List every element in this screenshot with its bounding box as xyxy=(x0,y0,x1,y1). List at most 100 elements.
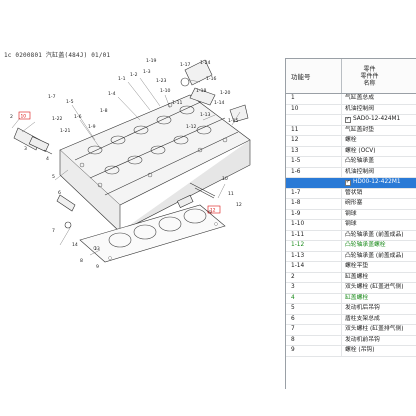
highlight-label-12[interactable]: 12 xyxy=(210,208,216,214)
table-body: 1 气缸盖总成 10 机油控制阀 ✓ SAD0-12-424M1 11 气缸盖封垫 12 螺栓 13… xyxy=(286,94,416,357)
callout-1-19[interactable]: 1-19 xyxy=(146,58,157,64)
callout-1-22[interactable]: 1-22 xyxy=(52,116,63,122)
callout-1-15[interactable]: 1-15 xyxy=(228,118,239,124)
cell-function-number: 1-8 xyxy=(286,199,342,209)
cell-function-number: 1-11 xyxy=(286,230,342,240)
diagram-drawing: 1-11-21-31-41-51-61-71-81-91-101-111-121… xyxy=(10,58,251,270)
table-row[interactable]: 1-10 钢球 xyxy=(286,220,416,231)
callout-10[interactable]: 10 xyxy=(222,176,228,182)
part-name-text: 盾柱支架总成 xyxy=(345,315,380,322)
parts-table[interactable]: 功能号 零件 零件件 名称 1 气缸盖总成 10 机油控制阀 ✓ SAD0-12-424M… xyxy=(285,58,416,389)
part-name-text: 螺栓 (OCV) xyxy=(345,147,376,154)
cell-function-number: 13 xyxy=(286,146,342,156)
callout-1-18[interactable]: 1-18 xyxy=(196,88,207,94)
callout-12[interactable]: 12 xyxy=(236,202,242,208)
part-name-text: 气缸盖总成 xyxy=(345,95,374,101)
table-row[interactable]: 1-7 管状销 xyxy=(286,188,416,199)
table-row[interactable]: 1 气缸盖总成 xyxy=(286,94,416,105)
table-row[interactable]: 1-14 螺栓平垫 xyxy=(286,262,416,273)
table-row[interactable]: ✓ SAD0-12-424M1 xyxy=(286,115,416,126)
table-row[interactable]: 1-11 凸轮轴承盖 (前盖成品) xyxy=(286,230,416,241)
callout-5[interactable]: 5 xyxy=(52,174,55,180)
callout-1-6[interactable]: 1-6 xyxy=(74,114,82,120)
cell-part-name: 缸盖螺栓 xyxy=(342,273,416,283)
table-row[interactable]: 1-12 凸轮轴承盖螺栓 xyxy=(286,241,416,252)
callout-11[interactable]: 11 xyxy=(228,191,234,197)
callout-2[interactable]: 2 xyxy=(10,114,13,120)
callout-1-16[interactable]: 1-16 xyxy=(206,76,217,82)
cell-function-number xyxy=(286,115,342,125)
part-name-text: 螺栓平垫 xyxy=(345,263,369,269)
callout-14[interactable]: 14 xyxy=(72,242,78,248)
table-row[interactable]: 4 缸盖螺栓 xyxy=(286,293,416,304)
callout-6[interactable]: 6 xyxy=(58,190,61,196)
column-header-part-name[interactable]: 零件 零件件 名称 xyxy=(342,59,416,93)
table-row[interactable]: 10 机油控制阀 xyxy=(286,104,416,115)
table-row[interactable]: 12 螺栓 xyxy=(286,136,416,147)
table-row[interactable]: 1-13 凸轮轴承盖 (前盖成品) xyxy=(286,251,416,262)
callout-1-10[interactable]: 1-10 xyxy=(160,88,171,94)
callout-1-5[interactable]: 1-5 xyxy=(66,99,74,105)
callout-1-17[interactable]: 1-17 xyxy=(180,62,191,68)
table-row[interactable]: 1-6 机油控制阀 xyxy=(286,167,416,178)
callout-1-1[interactable]: 1-1 xyxy=(118,76,126,82)
callout-7[interactable]: 7 xyxy=(52,228,55,234)
part-name-text: 机油控制阀 xyxy=(345,168,374,175)
header-line-2: 零件件 xyxy=(360,72,379,80)
column-header-function-number[interactable]: 功能号 xyxy=(286,59,342,93)
cell-part-name: 螺栓平垫 xyxy=(342,262,416,272)
table-row-selected[interactable]: ✓ HD00-12-422M1 xyxy=(286,178,416,189)
parts-diagram[interactable]: 1c 0200801 汽缸盖(484J) 01/01 1-1 1-2 1-3 1… xyxy=(0,0,284,416)
cell-part-name: 发动机后吊钩 xyxy=(342,304,416,314)
callout-1-11[interactable]: 1-11 xyxy=(172,100,183,106)
table-row[interactable]: 5 发动机后吊钩 xyxy=(286,304,416,315)
cell-part-name: 发动机前吊钩 xyxy=(342,336,416,346)
table-row[interactable]: 1-8 碗形塞 xyxy=(286,199,416,210)
cell-part-name: 螺栓 (OCV) xyxy=(342,147,416,157)
table-row[interactable]: 7 双头螺柱 (缸盖排气侧) xyxy=(286,325,416,336)
callout-1-13[interactable]: 1-13 xyxy=(200,112,211,118)
callout-1-3[interactable]: 1-3 xyxy=(143,69,151,75)
table-row[interactable]: 1-5 凸轮轴承盖 xyxy=(286,157,416,168)
table-row[interactable]: 3 双头螺栓 (缸盖进气侧) xyxy=(286,283,416,294)
part-name-text: 钢球 xyxy=(345,210,357,217)
table-row[interactable]: 2 缸盖螺栓 xyxy=(286,272,416,283)
callout-1-7[interactable]: 1-7 xyxy=(48,94,56,100)
callout-3[interactable]: 3 xyxy=(24,146,27,152)
cell-function-number: 1-12 xyxy=(286,241,342,251)
highlight-label-10[interactable]: 10 xyxy=(21,114,27,120)
cell-part-name: 凸轮轴承盖 xyxy=(342,157,416,167)
callout-1-24[interactable]: 1-24 xyxy=(200,60,211,66)
callout-1-23[interactable]: 1-23 xyxy=(156,78,167,84)
callout-1-4[interactable]: 1-4 xyxy=(108,91,116,97)
callout-1-20[interactable]: 1-20 xyxy=(220,90,231,96)
callout-9[interactable]: 9 xyxy=(96,264,99,270)
cell-part-name: 双头螺栓 (缸盖进气侧) xyxy=(342,283,416,293)
table-row[interactable]: 11 气缸盖封垫 xyxy=(286,125,416,136)
table-row[interactable]: 1-9 钢球 xyxy=(286,209,416,220)
cell-part-name: 钢球 xyxy=(342,220,416,230)
table-row[interactable]: 9 螺栓 (吊钩) xyxy=(286,346,416,357)
callout-4[interactable]: 4 xyxy=(46,156,49,162)
callout-8[interactable]: 8 xyxy=(80,258,83,264)
cell-function-number: 9 xyxy=(286,346,342,356)
table-row[interactable]: 13 螺栓 (OCV) xyxy=(286,146,416,157)
cell-part-name: 凸轮轴承盖螺栓 xyxy=(342,241,416,251)
callout-1-12[interactable]: 1-12 xyxy=(186,124,197,130)
callout-1-21[interactable]: 1-21 xyxy=(60,128,71,134)
table-row[interactable]: 6 盾柱支架总成 xyxy=(286,314,416,325)
part-name-text: 气缸盖封垫 xyxy=(345,126,374,133)
checkbox[interactable]: ✓ xyxy=(345,179,351,186)
cell-part-name: 管状销 xyxy=(342,189,416,199)
table-row[interactable]: 8 发动机前吊钩 xyxy=(286,335,416,346)
callout-1-2[interactable]: 1-2 xyxy=(130,72,138,78)
cell-function-number: 8 xyxy=(286,335,342,345)
callout-13[interactable]: 13 xyxy=(94,246,100,252)
cell-part-name: 盾柱支架总成 xyxy=(342,315,416,325)
checkbox[interactable]: ✓ xyxy=(345,116,351,123)
header-line-1: 零件 xyxy=(363,65,376,73)
callout-1-8[interactable]: 1-8 xyxy=(100,108,108,114)
part-name-text: 缸盖螺栓 xyxy=(345,294,369,301)
callout-1-14[interactable]: 1-14 xyxy=(214,100,225,106)
callout-1-9[interactable]: 1-9 xyxy=(88,124,96,130)
